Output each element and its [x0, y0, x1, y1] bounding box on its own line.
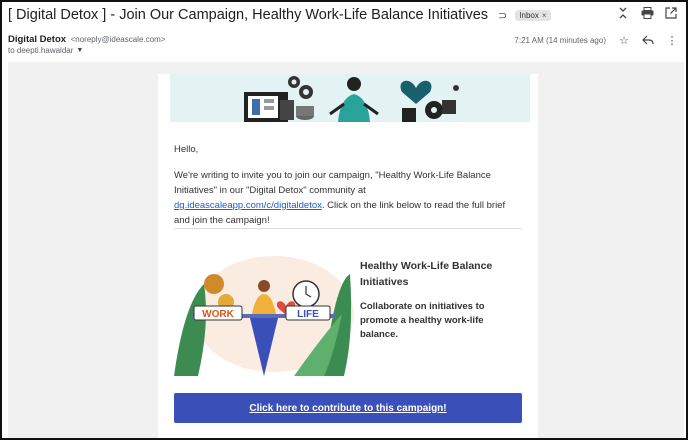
heart-icon	[400, 80, 432, 104]
contribute-button[interactable]: Click here to contribute to this campaig…	[174, 393, 522, 423]
campaign-description: Collaborate on initiatives to promote a …	[360, 301, 485, 340]
top-actions	[616, 6, 678, 20]
divider	[174, 228, 522, 229]
computer-icon	[244, 92, 294, 122]
email-window: [ Digital Detox ] - Join Our Campaign, H…	[0, 0, 688, 440]
subject-row: [ Digital Detox ] - Join Our Campaign, H…	[8, 6, 551, 24]
collapse-icon[interactable]	[616, 6, 630, 20]
chevron-down-icon[interactable]: ▼	[76, 47, 83, 54]
sender-email: <noreply@ideascale.com>	[70, 35, 166, 44]
recipient-row[interactable]: to deepti.hawaldar ▼	[8, 46, 83, 55]
greeting: Hello,	[174, 144, 199, 155]
email-subject: [ Digital Detox ] - Join Our Campaign, H…	[8, 7, 489, 23]
campaign-title: Healthy Work-Life Balance Initiatives	[360, 260, 493, 288]
campaign-link[interactable]: dg.ideascaleapp.com/c/digitaldetox	[174, 200, 322, 211]
printer-icon[interactable]	[640, 6, 654, 20]
work-life-balance-illustration: WORK LIFE	[174, 244, 354, 376]
reply-icon[interactable]	[642, 34, 654, 46]
star-icon[interactable]: ☆	[618, 34, 630, 47]
sender-name[interactable]: Digital Detox	[8, 34, 66, 45]
recipient-text: to deepti.hawaldar	[8, 46, 74, 55]
invitation-text-1: We're writing to invite you to join our …	[174, 170, 491, 196]
open-new-window-icon[interactable]	[664, 6, 678, 20]
more-vertical-icon[interactable]: ⋮	[666, 34, 678, 47]
inbox-label-chip[interactable]: Inbox ×	[515, 9, 551, 21]
contribute-button-label: Click here to contribute to this campaig…	[249, 402, 447, 414]
sender-row: Digital Detox <noreply@ideascale.com>	[8, 34, 165, 45]
invitation-paragraph: We're writing to invite you to join our …	[174, 168, 514, 228]
timestamp: 7:21 AM (14 minutes ago)	[514, 35, 606, 45]
inbox-label-text: Inbox	[519, 10, 539, 20]
work-label: WORK	[202, 309, 234, 320]
coffee-stack-icon	[296, 106, 314, 120]
email-content-card: Hello, We're writing to invite you to jo…	[158, 74, 538, 438]
message-meta: 7:21 AM (14 minutes ago) ☆ ⋮	[514, 34, 678, 47]
remove-label-icon[interactable]: ×	[542, 11, 547, 20]
gears-icon	[288, 76, 313, 99]
meditating-person-icon	[329, 77, 379, 122]
life-label: LIFE	[297, 309, 319, 320]
campaign-banner-image	[170, 74, 530, 122]
label-icon[interactable]: ⊃	[498, 9, 507, 22]
